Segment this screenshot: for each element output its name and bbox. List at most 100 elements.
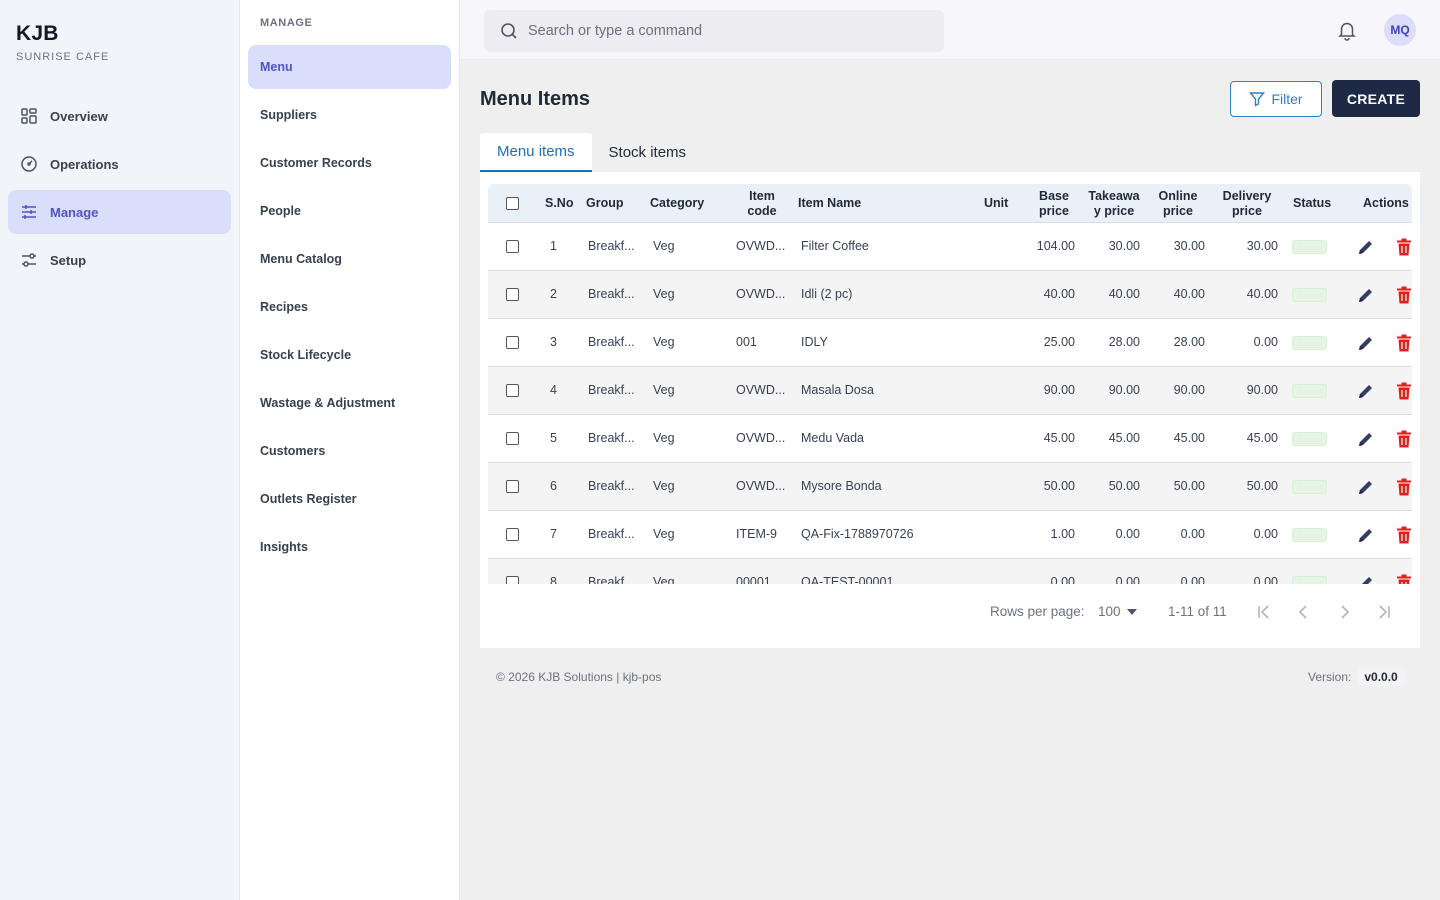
select-all-checkbox[interactable]: [506, 197, 519, 210]
cell-unit: [978, 223, 1018, 270]
last-page-icon[interactable]: [1373, 601, 1395, 623]
pagination-range: 1-11 of 11: [1168, 604, 1227, 619]
row-checkbox[interactable]: [506, 576, 519, 584]
cell-item-code: ITEM-9: [736, 527, 777, 541]
cell-item-code: OVWD...: [736, 479, 786, 493]
header-group[interactable]: Group: [586, 196, 624, 211]
tab-stock-items[interactable]: Stock items: [592, 133, 704, 172]
cell-unit: [978, 367, 1018, 414]
tab-menu-items[interactable]: Menu items: [480, 133, 592, 172]
search-input[interactable]: [528, 23, 928, 39]
previous-page-icon[interactable]: [1293, 601, 1315, 623]
edit-icon[interactable]: [1357, 574, 1375, 584]
header-item-name[interactable]: Item Name: [798, 196, 861, 211]
status-badge: Active: [1292, 528, 1327, 542]
row-checkbox[interactable]: [506, 528, 519, 541]
row-checkbox[interactable]: [506, 240, 519, 253]
cell-takeaway-price: 45.00: [1108, 431, 1140, 445]
nav-item-operations[interactable]: Operations: [8, 142, 231, 186]
cell-unit: [978, 559, 1018, 584]
status-badge: Active: [1292, 480, 1327, 494]
cell-takeaway-price: 0.00: [1115, 527, 1140, 541]
cell-item-code: OVWD...: [736, 431, 786, 445]
cell-group: Breakf...: [588, 431, 635, 445]
secondary-sidebar: MANAGE Menu Suppliers Customer Records P…: [240, 0, 460, 900]
filter-button[interactable]: Filter: [1230, 81, 1322, 117]
delete-icon[interactable]: [1396, 334, 1412, 352]
delete-icon[interactable]: [1396, 238, 1412, 256]
sliders-icon: [22, 205, 36, 219]
avatar[interactable]: MQ: [1384, 14, 1416, 46]
subnav-item-suppliers[interactable]: Suppliers: [248, 93, 451, 137]
row-checkbox[interactable]: [506, 384, 519, 397]
delete-icon[interactable]: [1396, 382, 1412, 400]
subnav-item-stock-lifecycle[interactable]: Stock Lifecycle: [248, 333, 451, 377]
nav-item-label: Operations: [50, 156, 119, 172]
cell-online-price: 90.00: [1173, 383, 1205, 397]
cell-takeaway-price: 90.00: [1108, 383, 1140, 397]
cell-sno: 4: [550, 383, 557, 397]
subnav-item-customers[interactable]: Customers: [248, 429, 451, 473]
header-unit[interactable]: Unit: [984, 196, 1008, 211]
cell-unit: [978, 511, 1018, 558]
cell-base-price: 104.00: [1036, 239, 1075, 253]
header-category[interactable]: Category: [650, 196, 704, 211]
edit-icon[interactable]: [1357, 478, 1375, 496]
row-checkbox[interactable]: [506, 480, 519, 493]
notification-bell-icon[interactable]: [1336, 19, 1358, 41]
primary-nav: Overview Operations Manage Setup: [8, 94, 231, 286]
footer-copyright: © 2026 KJB Solutions | kjb-pos: [496, 670, 662, 684]
row-checkbox[interactable]: [506, 336, 519, 349]
cell-delivery-price: 30.00: [1246, 239, 1278, 253]
delete-icon[interactable]: [1396, 430, 1412, 448]
cell-base-price: 45.00: [1043, 431, 1075, 445]
header-base-price[interactable]: Base price: [1036, 189, 1072, 219]
row-checkbox[interactable]: [506, 432, 519, 445]
cell-group: Breakf...: [588, 287, 635, 301]
delete-icon[interactable]: [1396, 574, 1412, 584]
edit-icon[interactable]: [1357, 526, 1375, 544]
subnav-item-menu[interactable]: Menu: [248, 45, 451, 89]
search-icon: [501, 23, 517, 39]
nav-item-manage[interactable]: Manage: [8, 190, 231, 234]
subnav-item-menu-catalog[interactable]: Menu Catalog: [248, 237, 451, 281]
edit-icon[interactable]: [1357, 286, 1375, 304]
subnav-item-wastage-adjustment[interactable]: Wastage & Adjustment: [248, 381, 451, 425]
pagination: Rows per page: 100 1-11 of 11: [480, 584, 1420, 648]
first-page-icon[interactable]: [1253, 601, 1275, 623]
edit-icon[interactable]: [1357, 334, 1375, 352]
header-online-price[interactable]: Online price: [1156, 189, 1200, 219]
next-page-icon[interactable]: [1333, 601, 1355, 623]
subnav-item-outlets-register[interactable]: Outlets Register: [248, 477, 451, 521]
edit-icon[interactable]: [1357, 382, 1375, 400]
header-delivery-price[interactable]: Delivery price: [1220, 189, 1274, 219]
row-checkbox[interactable]: [506, 288, 519, 301]
status-badge: Active: [1292, 576, 1327, 584]
delete-icon[interactable]: [1396, 526, 1412, 544]
delete-icon[interactable]: [1396, 286, 1412, 304]
subnav-item-people[interactable]: People: [248, 189, 451, 233]
header-status[interactable]: Status: [1293, 196, 1331, 211]
subnav-item-customer-records[interactable]: Customer Records: [248, 141, 451, 185]
delete-icon[interactable]: [1396, 478, 1412, 496]
search-box[interactable]: [484, 10, 944, 52]
subnav-item-recipes[interactable]: Recipes: [248, 285, 451, 329]
nav-item-setup[interactable]: Setup: [8, 238, 231, 282]
cell-online-price: 28.00: [1173, 335, 1205, 349]
cell-group: Breakf...: [588, 479, 635, 493]
header-item-code[interactable]: Item code: [744, 189, 780, 219]
header-sno[interactable]: S.No: [545, 196, 573, 211]
header-takeaway-price[interactable]: Takeawa y price: [1086, 189, 1142, 219]
edit-icon[interactable]: [1357, 238, 1375, 256]
nav-item-overview[interactable]: Overview: [8, 94, 231, 138]
rows-per-page-select[interactable]: 100: [1098, 604, 1137, 619]
create-button[interactable]: CREATE: [1332, 80, 1420, 117]
primary-sidebar: KJB SUNRISE CAFE Overview Operations Man…: [0, 0, 240, 900]
cell-takeaway-price: 28.00: [1108, 335, 1140, 349]
cell-item-name: QA-TEST-00001: [801, 575, 894, 584]
tab-bar: Menu items Stock items: [480, 133, 703, 173]
edit-icon[interactable]: [1357, 430, 1375, 448]
subnav-item-insights[interactable]: Insights: [248, 525, 451, 569]
cell-group: Breakf...: [588, 239, 635, 253]
table-row: 5 Breakf... Veg OVWD... Medu Vada 45.00 45.00 4…: [488, 415, 1412, 463]
